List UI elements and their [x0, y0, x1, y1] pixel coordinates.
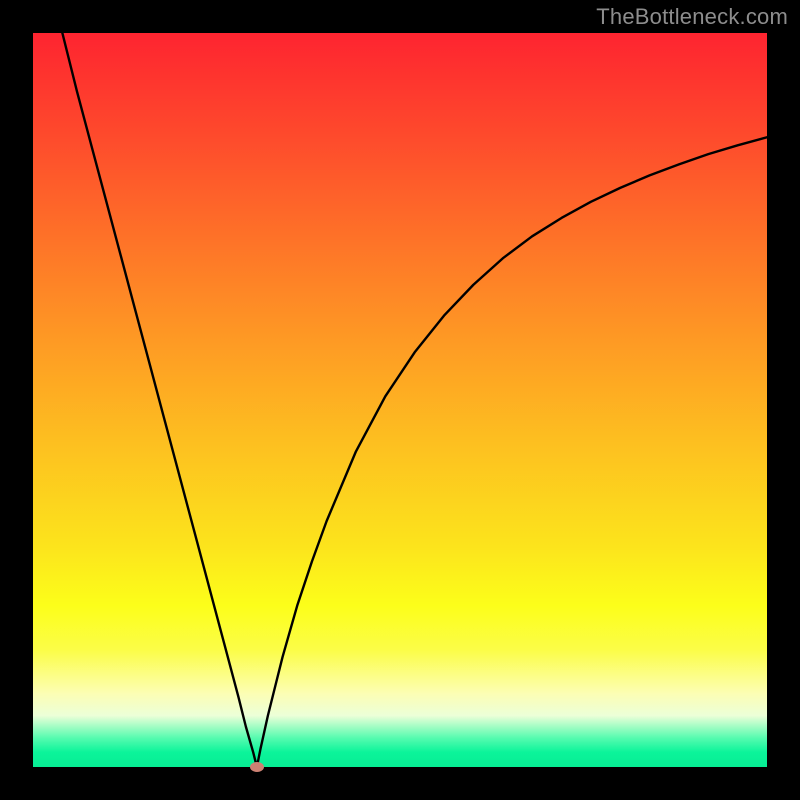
watermark-text: TheBottleneck.com: [596, 4, 788, 30]
chart-frame: TheBottleneck.com: [0, 0, 800, 800]
curve-path: [62, 33, 767, 767]
curve-minimum-marker: [250, 762, 264, 772]
bottleneck-curve: [33, 33, 767, 767]
